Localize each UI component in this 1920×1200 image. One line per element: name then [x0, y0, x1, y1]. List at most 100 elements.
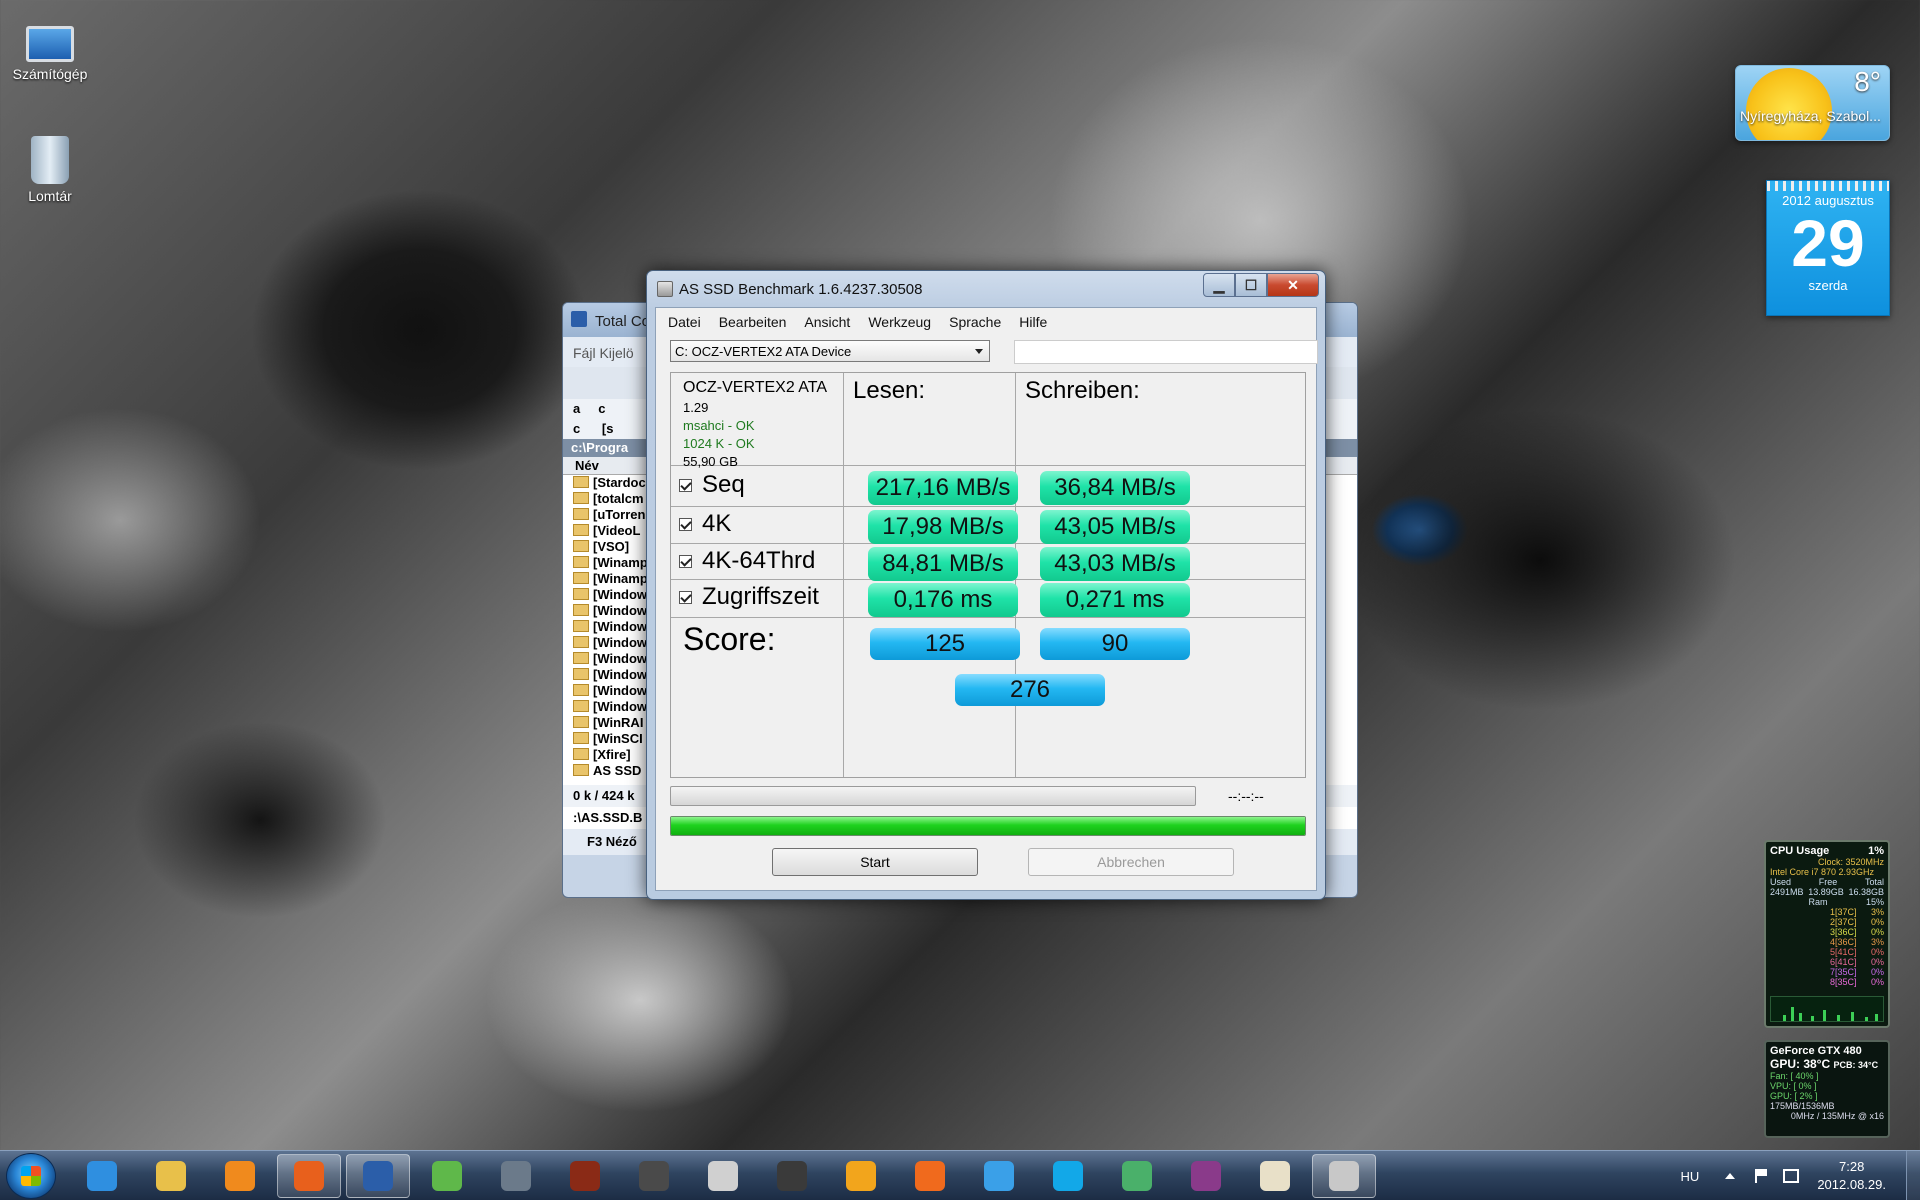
menu-werkzeug[interactable]: Werkzeug	[868, 314, 931, 334]
core-temp: 2[37C]	[1830, 917, 1857, 927]
taskbar-app-itunes[interactable]	[967, 1154, 1031, 1198]
network-icon[interactable]	[1783, 1169, 1800, 1183]
cpu-usage-gadget[interactable]: CPU Usage 1% Clock: 3520MHz Intel Core i…	[1764, 840, 1890, 1028]
taskbar-app-game-2[interactable]	[622, 1154, 686, 1198]
access-time-checkbox[interactable]	[679, 590, 692, 604]
cpu-usage-value: 1%	[1868, 845, 1884, 857]
device-name: OCZ-VERTEX2 ATA	[683, 379, 828, 396]
language-indicator[interactable]: HU	[1681, 1169, 1700, 1184]
desktop-icon-recycle-bin[interactable]: Lomtár	[0, 136, 100, 204]
taskbar-app-game-1[interactable]	[484, 1154, 548, 1198]
menu-sprache[interactable]: Sprache	[949, 314, 1001, 334]
taskbar-app-media-player[interactable]	[208, 1154, 272, 1198]
tc-drive-a[interactable]: a	[573, 401, 580, 416]
core-row: 5[41C] 0%	[1770, 947, 1884, 957]
taskbar-app-diablo[interactable]	[553, 1154, 617, 1198]
gpu-fan: Fan: [ 40% ]	[1770, 1071, 1819, 1081]
4k-64thrd-checkbox[interactable]	[679, 554, 692, 568]
show-desktop-button[interactable]	[1906, 1151, 1920, 1200]
tc-drive-select-value: c	[573, 421, 581, 436]
taskbar-app-total-commander[interactable]	[346, 1154, 410, 1198]
maximize-button[interactable]: ☐	[1235, 273, 1267, 297]
as-ssd-window[interactable]: AS SSD Benchmark 1.6.4237.30508 ▁ ☐ ✕ Da…	[646, 270, 1326, 900]
taskbar-app-game-3[interactable]	[760, 1154, 824, 1198]
score-read-value: 125	[870, 628, 1020, 660]
calendar-gadget[interactable]: 2012 augusztus 29 szerda	[1766, 180, 1890, 316]
taskbar-app-as-ssd[interactable]	[1312, 1154, 1376, 1198]
core-temp: 6[41C]	[1830, 957, 1857, 967]
desktop-icon-label: Lomtár	[28, 188, 72, 204]
start-button[interactable]: Start	[772, 848, 978, 876]
taskbar-app-firefox[interactable]	[277, 1154, 341, 1198]
mem-total: 16.38GB	[1848, 887, 1884, 897]
clock-date: 2012.08.29.	[1817, 1177, 1886, 1192]
mem-headers: Used Free Total	[1770, 877, 1884, 887]
menu-bearbeiten[interactable]: Bearbeiten	[719, 314, 787, 334]
taskbar-app-gta-iv[interactable]	[691, 1154, 755, 1198]
row-seq[interactable]: Seq	[679, 471, 745, 499]
mem-free: 13.89GB	[1808, 887, 1844, 897]
alignment-status: 1024 K - OK	[683, 436, 755, 451]
close-button[interactable]: ✕	[1267, 273, 1319, 297]
4k-read-value: 17,98 MB/s	[868, 510, 1018, 544]
taskbar-app-internet-explorer[interactable]	[70, 1154, 134, 1198]
minimize-button[interactable]: ▁	[1203, 273, 1235, 297]
results-grid: OCZ-VERTEX2 ATA 1.29 msahci - OK 1024 K …	[670, 372, 1306, 778]
origin-icon	[915, 1161, 945, 1191]
winamp-icon	[846, 1161, 876, 1191]
firefox-icon	[294, 1161, 324, 1191]
taskbar-app-winamp[interactable]	[829, 1154, 893, 1198]
device-size: 55,90 GB	[683, 454, 738, 469]
as-ssd-icon	[1329, 1161, 1359, 1191]
device-select[interactable]: C: OCZ-VERTEX2 ATA Device	[670, 340, 990, 362]
weather-gadget[interactable]: 8° Nyíregyháza, Szabol...	[1735, 65, 1890, 141]
driver-status: msahci - OK	[683, 418, 755, 433]
taskbar-app-paint[interactable]	[1243, 1154, 1307, 1198]
ram-label: Ram	[1808, 897, 1828, 907]
row-4k-64thrd[interactable]: 4K-64Thrd	[679, 547, 815, 575]
show-hidden-icons-icon[interactable]	[1725, 1173, 1736, 1179]
tc-drive-c[interactable]: c	[598, 401, 605, 416]
taskbar-app-winrar[interactable]	[1174, 1154, 1238, 1198]
start-button-orb[interactable]	[6, 1153, 56, 1199]
itunes-icon	[984, 1161, 1014, 1191]
calendar-weekday: szerda	[1808, 278, 1848, 293]
menu-hilfe[interactable]: Hilfe	[1019, 314, 1047, 334]
row-access-time[interactable]: Zugriffszeit	[679, 583, 819, 611]
taskbar-app-skype[interactable]	[1036, 1154, 1100, 1198]
taskbar-app-explorer[interactable]	[139, 1154, 203, 1198]
action-center-flag-icon[interactable]	[1755, 1169, 1769, 1183]
cpu-gadget-title: CPU Usage	[1770, 845, 1830, 857]
core-temp: 1[37C]	[1830, 907, 1857, 917]
gpu-gadget[interactable]: GeForce GTX 480 GPU: 38°C PCB: 34°C Fan:…	[1764, 1040, 1890, 1138]
4k-checkbox[interactable]	[679, 517, 692, 531]
menu-ansicht[interactable]: Ansicht	[804, 314, 850, 334]
taskbar-app-origin[interactable]	[898, 1154, 962, 1198]
desktop-icon-computer[interactable]: Számítógép	[0, 18, 100, 82]
taskbar: HU 7:28 2012.08.29.	[0, 1150, 1920, 1200]
window-title: AS SSD Benchmark 1.6.4237.30508	[679, 281, 923, 298]
recycle-bin-icon	[31, 136, 69, 184]
taskbar-app-messenger[interactable]	[1105, 1154, 1169, 1198]
core-percent: 3%	[1870, 937, 1884, 947]
window-title-bar[interactable]: AS SSD Benchmark 1.6.4237.30508	[657, 281, 923, 298]
row-4k[interactable]: 4K	[679, 510, 731, 538]
game-1-icon	[501, 1161, 531, 1191]
info-box	[1014, 340, 1318, 364]
taskbar-app-xbox-app[interactable]	[415, 1154, 479, 1198]
device-firmware: 1.29	[683, 400, 709, 415]
gpu-title: GeForce GTX 480	[1770, 1045, 1862, 1057]
access-time-write-value: 0,271 ms	[1040, 583, 1190, 617]
seq-checkbox[interactable]	[679, 478, 692, 492]
app-icon	[657, 281, 673, 297]
menu-datei[interactable]: Datei	[668, 314, 701, 334]
core-temp: 3[36C]	[1830, 927, 1857, 937]
clock[interactable]: 7:28 2012.08.29.	[1817, 1158, 1886, 1194]
xbox-app-icon	[432, 1161, 462, 1191]
paint-icon	[1260, 1161, 1290, 1191]
score-label: Score:	[683, 621, 776, 657]
cancel-button[interactable]: Abbrechen	[1028, 848, 1234, 876]
weather-temperature: 8°	[1854, 66, 1881, 97]
mem-header-used: Used	[1770, 877, 1792, 887]
core-percent: 0%	[1870, 967, 1884, 977]
